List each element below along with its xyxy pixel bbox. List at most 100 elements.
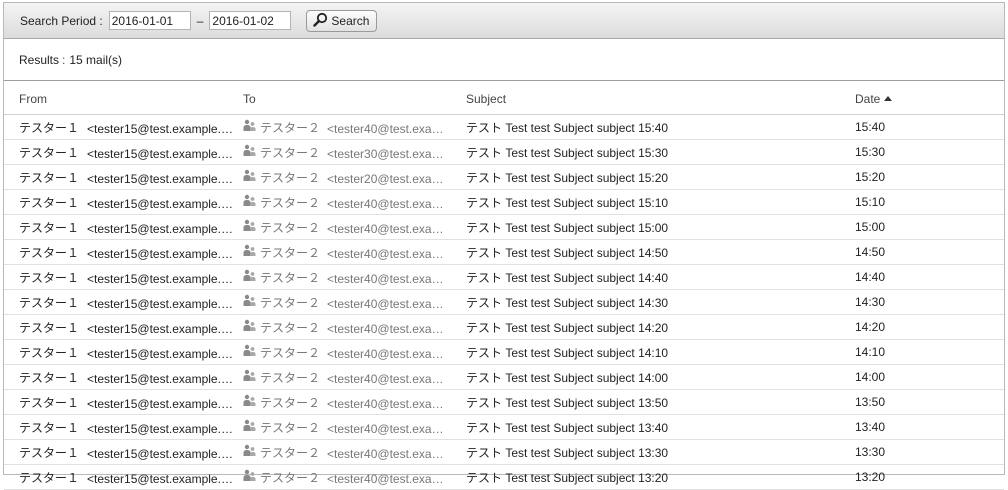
table-row[interactable]: テスター１ <tester15@test.example.com> テスター２ <t… [4, 389, 1004, 415]
to-cell: テスター２ <tester30@test.example.com> [243, 139, 466, 165]
table-row[interactable]: テスター１ <tester15@test.example.com> テスター２ <t… [4, 439, 1004, 465]
sender-address: <tester15@test.example.com> [87, 146, 238, 161]
sender-name: テスター１ [19, 395, 80, 410]
table-row[interactable]: テスター１ <tester15@test.example.com> テスター２ <t… [4, 364, 1004, 390]
column-header-subject[interactable]: Subject [466, 81, 855, 115]
sender-name: テスター１ [19, 420, 80, 435]
column-header-date[interactable]: Date [855, 81, 1004, 115]
sender-name: テスター１ [19, 445, 80, 460]
people-icon [243, 394, 256, 410]
period-to-input[interactable] [209, 11, 292, 30]
from-cell: テスター１ <tester15@test.example.com> [4, 239, 243, 265]
from-cell: テスター１ <tester15@test.example.com> [4, 364, 243, 390]
table-row[interactable]: テスター１ <tester15@test.example.com> テスター２ <t… [4, 114, 1004, 140]
sender-name: テスター１ [19, 245, 80, 260]
table-row[interactable]: テスター１ <tester15@test.example.com> テスター２ <t… [4, 214, 1004, 240]
sender-address: <tester15@test.example.com> [87, 396, 238, 411]
subject-cell: テスト Test test Subject subject 14:00 [466, 364, 855, 390]
date-cell: 13:40 [855, 414, 1004, 440]
recipient-address: <tester40@test.example.com> [327, 121, 453, 136]
recipient-name: テスター２ [260, 445, 321, 460]
date-cell: 14:50 [855, 239, 1004, 265]
sender-address: <tester15@test.example.com> [87, 371, 238, 386]
to-cell: テスター２ <tester40@test.example.com> [243, 264, 466, 290]
date-cell: 15:40 [855, 114, 1004, 140]
date-cell: 14:20 [855, 314, 1004, 340]
table-row[interactable]: テスター１ <tester15@test.example.com> テスター２ <t… [4, 339, 1004, 365]
people-icon [243, 269, 256, 285]
date-cell: 15:20 [855, 164, 1004, 190]
sender-name: テスター１ [19, 320, 80, 335]
table-row[interactable]: テスター１ <tester15@test.example.com> テスター２ <t… [4, 139, 1004, 165]
recipient-address: <tester40@test.example.com> [327, 246, 453, 261]
sender-name: テスター１ [19, 295, 80, 310]
table-row[interactable]: テスター１ <tester15@test.example.com> テスター２ <t… [4, 314, 1004, 340]
period-separator: – [196, 13, 204, 28]
to-cell: テスター２ <tester40@test.example.com> [243, 314, 466, 340]
date-cell: 14:00 [855, 364, 1004, 390]
to-cell: テスター２ <tester40@test.example.com> [243, 464, 466, 490]
people-icon [243, 419, 256, 435]
table-row[interactable]: テスター１ <tester15@test.example.com> テスター２ <t… [4, 414, 1004, 440]
column-header-to[interactable]: To [243, 81, 466, 115]
sender-name: テスター１ [19, 270, 80, 285]
table-row[interactable]: テスター１ <tester15@test.example.com> テスター２ <t… [4, 189, 1004, 215]
recipient-address: <tester40@test.example.com> [327, 196, 453, 211]
table-row[interactable]: テスター１ <tester15@test.example.com> テスター２ <t… [4, 239, 1004, 265]
subject-cell: テスト Test test Subject subject 13:20 [466, 464, 855, 490]
to-cell: テスター２ <tester40@test.example.com> [243, 189, 466, 215]
subject-cell: テスト Test test Subject subject 15:20 [466, 164, 855, 190]
recipient-name: テスター２ [260, 120, 321, 135]
sort-ascending-icon [884, 95, 893, 101]
sender-name: テスター１ [19, 220, 80, 235]
to-cell: テスター２ <tester40@test.example.com> [243, 389, 466, 415]
recipient-address: <tester40@test.example.com> [327, 271, 453, 286]
results-label: Results [19, 52, 60, 67]
people-icon [243, 144, 256, 160]
recipient-address: <tester30@test.example.com> [327, 146, 453, 161]
recipient-address: <tester40@test.example.com> [327, 346, 453, 361]
date-cell: 15:00 [855, 214, 1004, 240]
results-summary: Results : 15 mail(s) [4, 39, 1004, 81]
search-button-label: Search [331, 13, 370, 28]
column-header-from[interactable]: From [4, 81, 243, 115]
mail-search-panel: Search Period : – Search Results : 15 ma… [3, 2, 1005, 490]
date-cell: 14:30 [855, 289, 1004, 315]
sender-name: テスター１ [19, 145, 80, 160]
from-cell: テスター１ <tester15@test.example.com> [4, 114, 243, 140]
sender-name: テスター１ [19, 195, 80, 210]
recipient-name: テスター２ [260, 270, 321, 285]
recipient-name: テスター２ [260, 370, 321, 385]
subject-cell: テスト Test test Subject subject 14:20 [466, 314, 855, 340]
people-icon [243, 169, 256, 185]
recipient-name: テスター２ [260, 245, 321, 260]
recipient-name: テスター２ [260, 395, 321, 410]
recipient-name: テスター２ [260, 170, 321, 185]
recipient-name: テスター２ [260, 470, 321, 485]
search-button[interactable]: Search [306, 9, 378, 32]
table-header-row: From To Subject Date [4, 81, 1004, 115]
people-icon [243, 444, 256, 460]
sender-address: <tester15@test.example.com> [87, 196, 238, 211]
people-icon [243, 219, 256, 235]
sender-address: <tester15@test.example.com> [87, 221, 238, 236]
sender-name: テスター１ [19, 120, 80, 135]
people-icon [243, 194, 256, 210]
date-cell: 15:10 [855, 189, 1004, 215]
table-row[interactable]: テスター１ <tester15@test.example.com> テスター２ <t… [4, 264, 1004, 290]
results-count: 15 mail(s) [69, 52, 123, 67]
sender-address: <tester15@test.example.com> [87, 346, 238, 361]
from-cell: テスター１ <tester15@test.example.com> [4, 339, 243, 365]
table-row[interactable]: テスター１ <tester15@test.example.com> テスター２ <t… [4, 164, 1004, 190]
table-row[interactable]: テスター１ <tester15@test.example.com> テスター２ <t… [4, 464, 1004, 490]
to-cell: テスター２ <tester40@test.example.com> [243, 114, 466, 140]
date-cell: 13:50 [855, 389, 1004, 415]
recipient-name: テスター２ [260, 220, 321, 235]
recipient-address: <tester40@test.example.com> [327, 396, 453, 411]
subject-cell: テスト Test test Subject subject 14:30 [466, 289, 855, 315]
table-row[interactable]: テスター１ <tester15@test.example.com> テスター２ <t… [4, 289, 1004, 315]
sender-address: <tester15@test.example.com> [87, 296, 238, 311]
from-cell: テスター１ <tester15@test.example.com> [4, 464, 243, 490]
period-from-input[interactable] [108, 11, 191, 30]
sender-address: <tester15@test.example.com> [87, 321, 238, 336]
